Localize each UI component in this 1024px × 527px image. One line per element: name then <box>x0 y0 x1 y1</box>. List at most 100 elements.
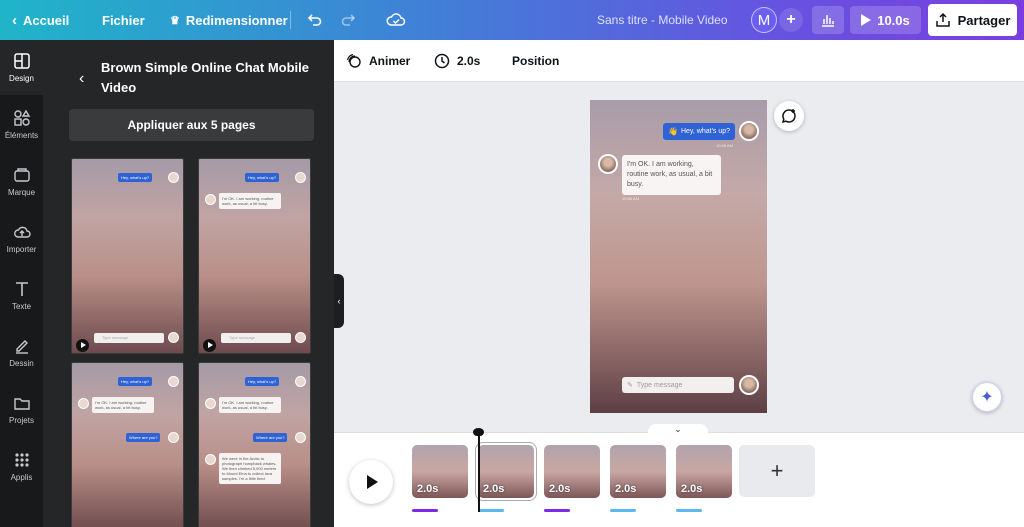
chevron-left-icon: ‹ <box>337 296 341 306</box>
file-menu-button[interactable]: Fichier <box>102 0 145 40</box>
template-page-thumbnail[interactable]: Hey, what's up? I'm OK. I am working, ro… <box>71 362 184 527</box>
chevron-left-icon: ‹ <box>12 11 17 29</box>
timestamp: 10:46 AM <box>622 196 639 201</box>
template-page-thumbnail[interactable]: Hey, what's up? I'm OK. I am working, ro… <box>198 362 311 527</box>
context-toolbar: Animer 2.0s Position <box>334 40 1024 82</box>
message-input[interactable]: ✎ Type message <box>622 377 734 393</box>
thumb-input: Type message <box>94 333 164 343</box>
thumb-bubble: Where are you? <box>126 433 161 442</box>
plus-icon: + <box>786 11 796 28</box>
thumb-bubble: Hey, what's up? <box>245 173 280 182</box>
rail-item-elements[interactable]: Éléments <box>0 97 43 152</box>
clock-icon <box>434 53 450 69</box>
sparkle-icon: ✦ <box>980 389 994 406</box>
rail-item-text[interactable]: Texte <box>0 268 43 323</box>
avatar[interactable] <box>598 154 618 174</box>
apply-all-pages-button[interactable]: Appliquer aux 5 pages <box>69 109 314 141</box>
avatar[interactable] <box>739 121 759 141</box>
waving-hand-icon: 👋 <box>668 127 678 136</box>
collapse-panel-handle[interactable]: ‹ <box>334 274 344 328</box>
timeline-clip[interactable]: 2.0s <box>476 443 536 500</box>
thumb-bubble: I'm OK. I am working, routine work, as u… <box>219 193 281 209</box>
rail-item-upload[interactable]: Importer <box>0 211 43 266</box>
user-avatar[interactable]: M <box>751 7 777 33</box>
avatar <box>168 376 179 387</box>
timeline-clip[interactable]: 2.0s <box>610 445 666 498</box>
share-upload-icon <box>935 12 950 27</box>
timestamp: 10:45 AM <box>716 143 733 148</box>
undo-button[interactable] <box>305 0 323 40</box>
top-bar: ‹ Accueil Fichier ♛ Redimensionner Sans … <box>0 0 1024 40</box>
draw-icon <box>15 340 28 354</box>
clip-animation-bar <box>478 509 504 512</box>
timeline-toggle[interactable]: ⌄ <box>648 424 708 438</box>
cloud-save-status[interactable] <box>386 0 406 40</box>
brand-icon <box>13 168 30 182</box>
playhead-handle[interactable] <box>473 428 484 436</box>
add-collaborator-button[interactable]: + <box>779 8 803 32</box>
playhead[interactable] <box>478 433 480 512</box>
resize-button[interactable]: ♛ Redimensionner <box>170 0 288 40</box>
thumb-bubble: We were in the Arctic to photograph hump… <box>219 453 281 484</box>
thumb-bubble: I'm OK. I am working, routine work, as u… <box>219 397 281 413</box>
avatar <box>168 332 179 343</box>
magic-assistant-button[interactable]: ✦ <box>972 382 1002 412</box>
rail-item-brand[interactable]: Marque <box>0 154 43 209</box>
avatar <box>295 172 306 183</box>
design-page[interactable]: 👋 Hey, what's up? 10:45 AM I'm OK. I am … <box>590 100 767 413</box>
undo-icon <box>307 14 322 26</box>
thumb-bubble: I'm OK. I am working, routine work, as u… <box>92 397 154 413</box>
timeline-play-button[interactable] <box>349 460 393 504</box>
avatar <box>78 398 89 409</box>
redo-button[interactable] <box>340 0 358 40</box>
thumb-bubble: Hey, what's up? <box>118 173 153 182</box>
position-button[interactable]: Position <box>512 40 559 82</box>
avatar[interactable] <box>739 375 759 395</box>
chat-bubble-sent[interactable]: 👋 Hey, what's up? <box>663 123 736 140</box>
share-button[interactable]: Partager <box>928 4 1017 36</box>
chat-bubble-received[interactable]: I'm OK. I am working, routine work, as u… <box>622 155 721 195</box>
add-page-button[interactable]: + <box>739 445 815 497</box>
chevron-down-icon: ⌄ <box>674 424 682 434</box>
add-comment-button[interactable] <box>774 101 804 131</box>
clip-animation-bar <box>676 509 702 512</box>
document-title[interactable]: Sans titre - Mobile Video <box>597 13 728 27</box>
clip-animation-bar <box>610 509 636 512</box>
divider <box>290 11 291 29</box>
avatar <box>205 398 216 409</box>
thumb-bubble: Where are you? <box>253 433 288 442</box>
play-icon[interactable] <box>203 339 216 352</box>
template-page-thumbnail[interactable]: Hey, what's up? Type message <box>71 158 184 354</box>
timeline-clip[interactable]: 2.0s <box>676 445 732 498</box>
rail-item-design[interactable]: Design <box>0 40 43 95</box>
avatar <box>295 432 306 443</box>
home-button[interactable]: ‹ Accueil <box>12 0 69 40</box>
rail-item-apps[interactable]: Applis <box>0 439 43 494</box>
rail-item-projects[interactable]: Projets <box>0 382 43 437</box>
duration-button[interactable]: 2.0s <box>434 40 480 82</box>
timeline-clip[interactable]: 2.0s <box>412 445 468 498</box>
redo-icon <box>341 14 356 26</box>
template-panel: ‹ Brown Simple Online Chat Mobile Video … <box>43 40 334 527</box>
back-button[interactable]: ‹ <box>79 70 84 88</box>
thumb-bubble: Hey, what's up? <box>245 377 280 386</box>
play-icon[interactable] <box>76 339 89 352</box>
timeline-clip[interactable]: 2.0s <box>544 445 600 498</box>
folder-icon <box>13 398 30 410</box>
apps-icon <box>14 453 29 467</box>
rail-item-draw[interactable]: Dessin <box>0 325 43 380</box>
insights-button[interactable] <box>812 6 844 34</box>
avatar <box>205 454 216 465</box>
thumb-bubble: Hey, what's up? <box>118 377 153 386</box>
template-title: Brown Simple Online Chat Mobile Video <box>101 60 310 95</box>
cloud-check-icon <box>386 13 406 26</box>
crown-icon: ♛ <box>170 14 180 27</box>
play-preview-button[interactable]: 10.0s <box>850 6 921 34</box>
template-page-thumbnail[interactable]: Hey, what's up? I'm OK. I am working, ro… <box>198 158 311 354</box>
elements-icon <box>13 109 30 126</box>
upload-icon <box>13 226 31 238</box>
home-label: Accueil <box>23 12 70 28</box>
pencil-icon: ✎ <box>627 382 633 389</box>
clip-animation-bar <box>412 509 438 512</box>
animate-button[interactable]: Animer <box>346 40 410 82</box>
